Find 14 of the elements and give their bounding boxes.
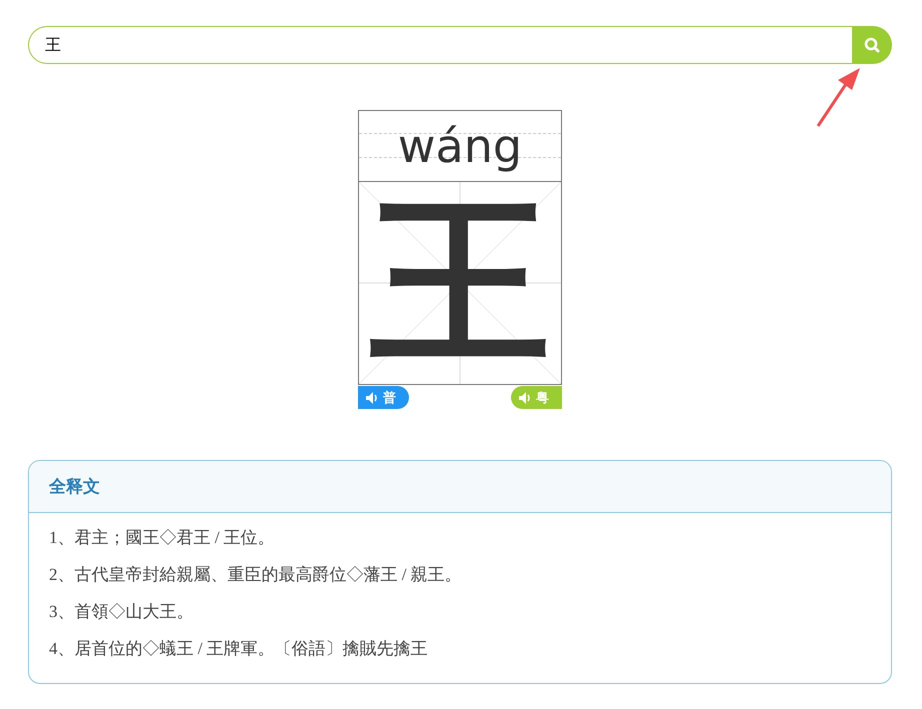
arrow-icon <box>816 66 862 128</box>
pronunciation-button[interactable]: 普 <box>358 386 409 409</box>
search-icon <box>864 37 880 53</box>
speaker-icon <box>366 392 380 404</box>
speaker-icon <box>519 392 533 404</box>
character-glyph: 王 <box>370 193 550 373</box>
pronunciation-button[interactable]: 粤 <box>511 386 562 409</box>
panel-title: 全释文 <box>49 477 100 496</box>
definition-text: 1、君主；國王◇君王 / 王位。 <box>49 527 276 549</box>
search-button[interactable] <box>852 26 892 64</box>
definition-text: 2、古代皇帝封給親屬、重臣的最高爵位◇藩王 / 親王。 <box>49 564 463 586</box>
definition-text: 3、首領◇山大王。 <box>49 601 194 623</box>
definition-text: 4、居首位的◇蟻王 / 王牌軍。〔俗語〕擒賊先擒王 <box>49 638 429 660</box>
search-field[interactable]: 王 <box>28 26 852 64</box>
